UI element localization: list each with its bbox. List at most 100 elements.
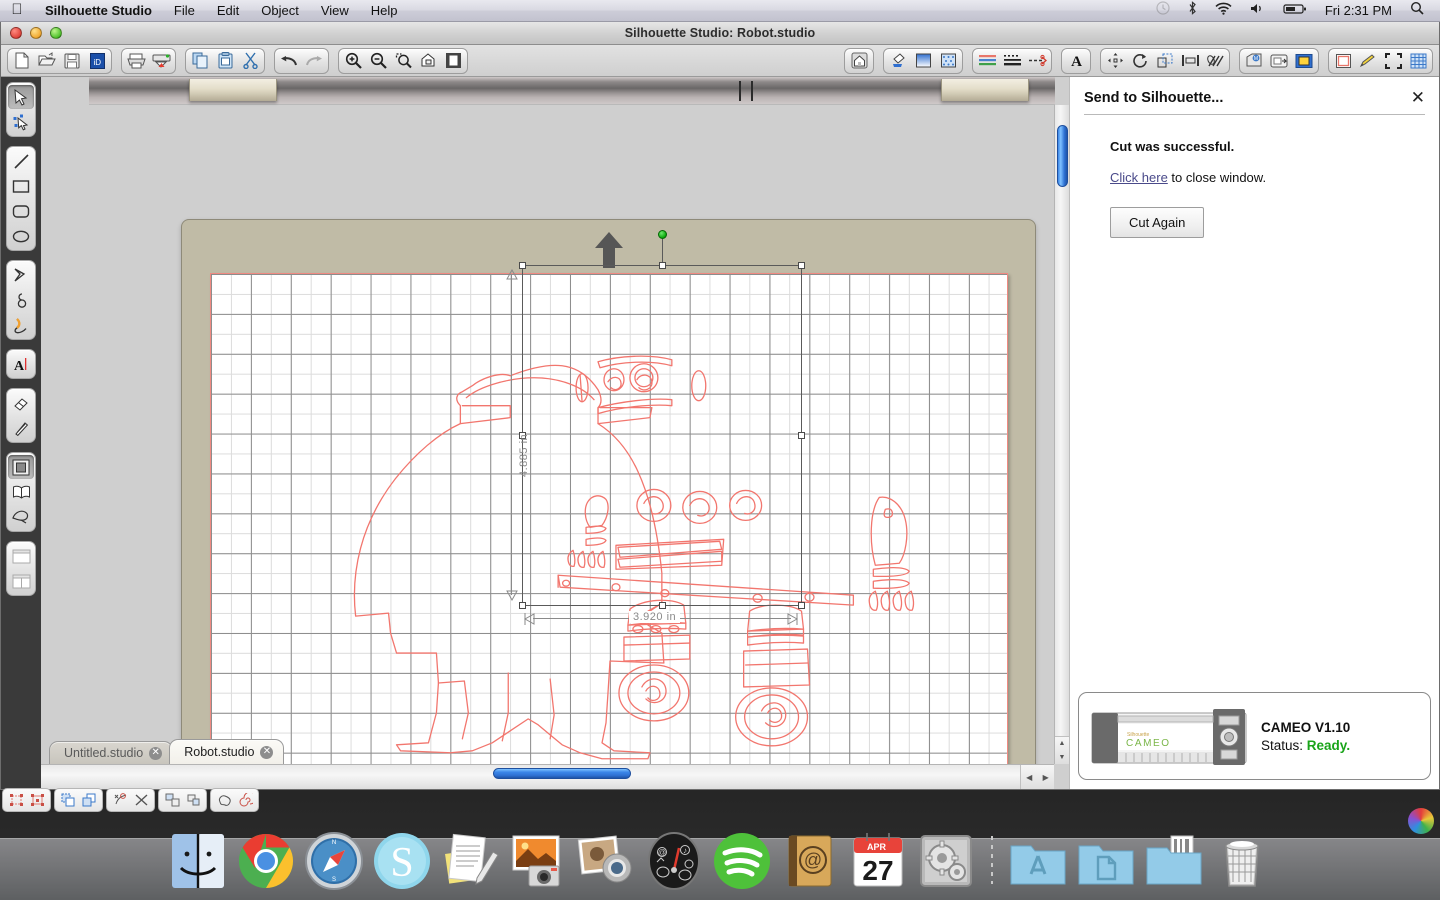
- tab-untitled-close-icon[interactable]: ✕: [149, 746, 163, 760]
- sketch-pens-button[interactable]: [1356, 50, 1380, 72]
- gradient-fill-button[interactable]: [911, 50, 935, 72]
- eraser-tool[interactable]: [8, 391, 34, 415]
- line-style-button[interactable]: [1000, 50, 1024, 72]
- rectangle-tool[interactable]: [8, 174, 34, 198]
- dock-system-preferences[interactable]: [915, 830, 977, 892]
- vertical-scroll-thumb[interactable]: [1057, 125, 1068, 187]
- curve-tool[interactable]: [8, 288, 34, 312]
- polygon-tool[interactable]: [8, 263, 34, 287]
- send-to-silhouette-button[interactable]: [149, 50, 173, 72]
- silhouette-store-button[interactable]: iD: [85, 50, 109, 72]
- dock-downloads-folder[interactable]: [1143, 830, 1205, 892]
- zoom-in-button[interactable]: [341, 50, 365, 72]
- tab-untitled[interactable]: Untitled.studio ✕: [49, 741, 174, 764]
- dock-contacts[interactable]: @: [779, 830, 841, 892]
- scale-button[interactable]: [1153, 50, 1177, 72]
- freehand-pencil-icon[interactable]: [8, 313, 34, 337]
- menu-file[interactable]: File: [163, 0, 206, 22]
- battery-icon[interactable]: [1275, 0, 1315, 22]
- time-machine-icon[interactable]: [1148, 0, 1178, 22]
- scroll-up-icon[interactable]: ▲: [1059, 740, 1066, 747]
- dock-skype[interactable]: S: [371, 830, 433, 892]
- canvas-horizontal-scrollbar[interactable]: ◀ ▶: [41, 764, 1054, 789]
- zoom-selection-button[interactable]: [391, 50, 415, 72]
- scroll-left-icon[interactable]: ◀: [1026, 773, 1032, 782]
- tab-robot[interactable]: Robot.studio ✕: [169, 739, 285, 764]
- single-view-tool[interactable]: [8, 544, 34, 568]
- line-tool[interactable]: [8, 149, 34, 173]
- pattern-fill-button[interactable]: [936, 50, 960, 72]
- cut-style-scissors-icon[interactable]: [1025, 50, 1049, 72]
- cut-button[interactable]: [238, 50, 262, 72]
- print-button[interactable]: [124, 50, 148, 72]
- robot-artwork[interactable]: [211, 274, 1007, 790]
- text-style-button[interactable]: A: [1064, 50, 1088, 72]
- menu-view[interactable]: View: [310, 0, 360, 22]
- library-tool[interactable]: [8, 480, 34, 504]
- close-x-icon[interactable]: ✕: [1411, 89, 1425, 106]
- open-document-button[interactable]: [35, 50, 59, 72]
- trace-button[interactable]: [1292, 50, 1316, 72]
- dock-trash[interactable]: [1211, 830, 1273, 892]
- volume-icon[interactable]: [1242, 0, 1273, 22]
- knife-tool[interactable]: [8, 416, 34, 440]
- replicate-button[interactable]: [1203, 50, 1227, 72]
- text-tool[interactable]: A: [8, 352, 34, 376]
- dock-calendar[interactable]: APR 27: [847, 830, 909, 892]
- new-document-button[interactable]: [10, 50, 34, 72]
- move-button[interactable]: [1103, 50, 1127, 72]
- dock-photobooth[interactable]: [575, 830, 637, 892]
- vertical-scroll-arrows[interactable]: ▲ ▼: [1055, 736, 1069, 764]
- tab-robot-close-icon[interactable]: ✕: [260, 745, 274, 759]
- scroll-down-icon[interactable]: ▼: [1059, 754, 1066, 761]
- dock-safari[interactable]: NS: [303, 830, 365, 892]
- dock-documents-folder[interactable]: [1075, 830, 1137, 892]
- fit-to-page-button[interactable]: [441, 50, 465, 72]
- bluetooth-icon[interactable]: [1180, 0, 1205, 22]
- split-view-tool[interactable]: [8, 569, 34, 593]
- modify-button[interactable]: M: [1242, 50, 1266, 72]
- close-window-link[interactable]: Click here: [1110, 170, 1168, 185]
- fill-color-button[interactable]: [886, 50, 910, 72]
- redo-button[interactable]: [302, 50, 326, 72]
- menu-app-name[interactable]: Silhouette Studio: [34, 0, 163, 22]
- zoom-out-button[interactable]: [366, 50, 390, 72]
- dock-chrome[interactable]: [235, 830, 297, 892]
- line-color-button[interactable]: [975, 50, 999, 72]
- page-setup-button[interactable]: [1331, 50, 1355, 72]
- select-tool[interactable]: [8, 85, 34, 109]
- dock-applications-folder[interactable]: [1007, 830, 1069, 892]
- dock-iphoto[interactable]: [507, 830, 569, 892]
- zoom-pan-button[interactable]: [416, 50, 440, 72]
- design-page-tool[interactable]: [8, 455, 34, 479]
- horizontal-scroll-thumb[interactable]: [493, 768, 631, 779]
- design-canvas[interactable]: 4.885 in 3.920 in ▲ ▼ Untitled.studio ✕ …: [41, 77, 1069, 790]
- rounded-rectangle-tool[interactable]: [8, 199, 34, 223]
- menu-object[interactable]: Object: [250, 0, 310, 22]
- undo-button[interactable]: [277, 50, 301, 72]
- save-document-button[interactable]: [60, 50, 84, 72]
- horizontal-scroll-arrows[interactable]: ◀ ▶: [1020, 765, 1054, 789]
- spotlight-search-icon[interactable]: [1402, 0, 1432, 22]
- dock-dashboard[interactable]: @ ♪: [643, 830, 705, 892]
- design-home-button[interactable]: [847, 50, 871, 72]
- copy-button[interactable]: [188, 50, 212, 72]
- menu-edit[interactable]: Edit: [206, 0, 250, 22]
- dock-textedit[interactable]: [439, 830, 501, 892]
- paste-button[interactable]: [213, 50, 237, 72]
- align-button[interactable]: [1178, 50, 1202, 72]
- design-page[interactable]: [210, 273, 1008, 790]
- grid-settings-button[interactable]: [1406, 50, 1430, 72]
- offset-button[interactable]: [1267, 50, 1291, 72]
- canvas-vertical-scrollbar[interactable]: ▲ ▼: [1054, 105, 1069, 764]
- apple-logo-icon[interactable]: : [0, 2, 34, 19]
- menu-help[interactable]: Help: [360, 0, 409, 22]
- store-tool[interactable]: [8, 505, 34, 529]
- cut-again-button[interactable]: Cut Again: [1110, 207, 1205, 238]
- registration-marks-button[interactable]: [1381, 50, 1405, 72]
- ellipse-tool[interactable]: [8, 224, 34, 248]
- edit-points-tool[interactable]: [8, 110, 34, 134]
- rotate-button[interactable]: [1128, 50, 1152, 72]
- wifi-icon[interactable]: [1207, 0, 1240, 22]
- dock-finder[interactable]: [167, 830, 229, 892]
